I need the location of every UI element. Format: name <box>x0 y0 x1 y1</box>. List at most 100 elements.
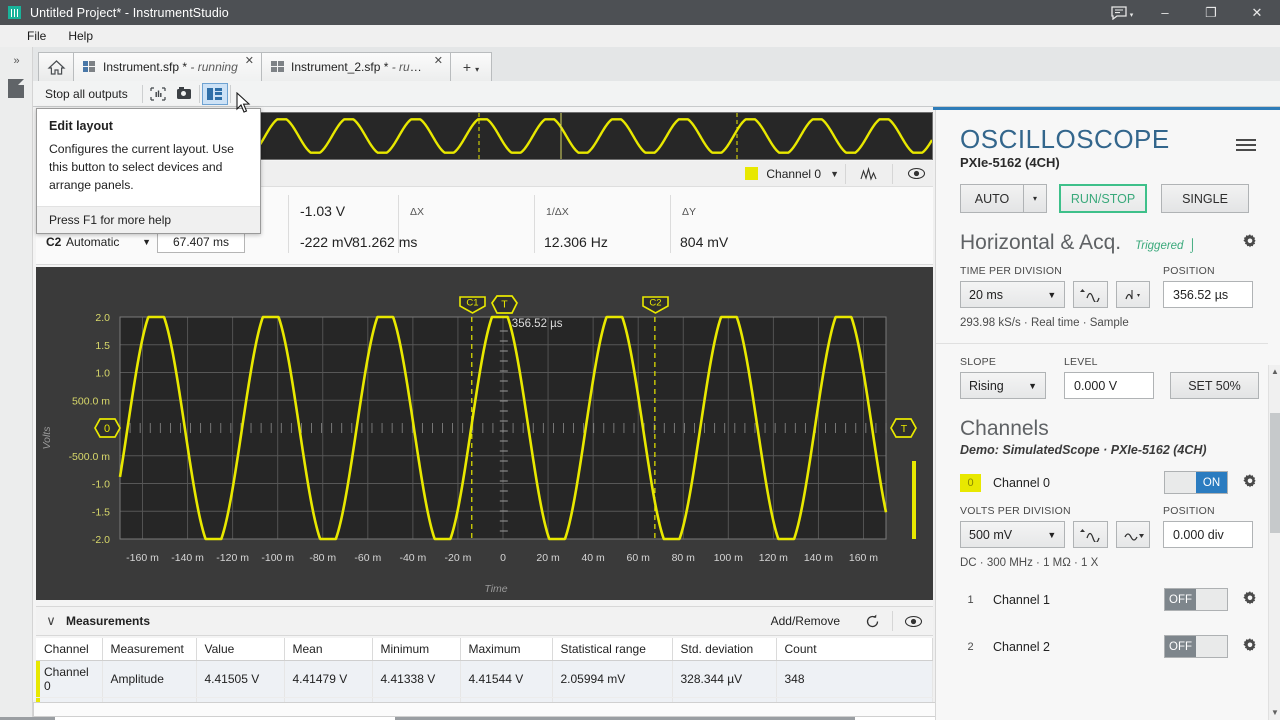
visibility-icon[interactable] <box>899 161 933 187</box>
feedback-icon[interactable]: ▾ <box>1102 0 1142 25</box>
title-bar: Untitled Project* - InstrumentStudio ▾ –… <box>0 0 1280 25</box>
close-button[interactable]: ✕ <box>1234 0 1280 25</box>
scroll-down-arrow[interactable]: ▼ <box>1269 706 1280 720</box>
autoscale-icon[interactable] <box>1073 521 1108 548</box>
time-per-division-value: 20 ms <box>969 287 1004 302</box>
svg-text:-2.0: -2.0 <box>92 534 110 546</box>
trigger-level-marker[interactable]: T <box>890 418 917 438</box>
channel-row-2: 2 Channel 2 OFF <box>960 635 1258 658</box>
visibility-icon[interactable] <box>893 606 933 636</box>
instrument-settings-panel: OSCILLOSCOPE PXIe-5162 (4CH) AUTO ▾ RUN/… <box>912 110 1280 720</box>
document-icon[interactable] <box>8 79 24 98</box>
section-label: Horizontal & Acq. <box>960 231 1122 254</box>
column-header[interactable]: Measurement <box>102 638 197 661</box>
hamburger-icon[interactable] <box>1236 136 1256 154</box>
divider <box>534 195 535 253</box>
column-header[interactable]: Mean <box>284 638 373 661</box>
channel-2-gear-icon[interactable] <box>1242 637 1258 657</box>
column-header[interactable]: Std. deviation <box>672 638 777 661</box>
channel-position-group: POSITION 0.000 div <box>1163 505 1258 548</box>
device-model: PXIe-5162 (4CH) <box>960 155 1060 170</box>
channel-zero-marker[interactable]: 0 <box>94 418 121 438</box>
channel-0-gear-icon[interactable] <box>1242 473 1258 493</box>
auto-button[interactable]: AUTO <box>960 184 1024 213</box>
trigger-time-label: 356.52 µs <box>511 318 563 330</box>
horizontal-position-field[interactable]: 356.52 µs <box>1163 281 1253 308</box>
column-header[interactable]: Count <box>776 638 933 661</box>
edit-layout-icon[interactable] <box>201 82 228 105</box>
svg-text:-20 m: -20 m <box>445 552 472 564</box>
column-header[interactable]: Channel <box>36 638 103 661</box>
cursor-channel-group: Channel 0 ▼ <box>745 161 933 187</box>
tab-instrument-2-sfp[interactable]: Instrument_2.sfp * - running ✕ <box>260 52 451 81</box>
menu-item-help[interactable]: Help <box>57 27 104 45</box>
chevron-down-icon[interactable]: ▾ <box>475 65 479 74</box>
oscilloscope-graph[interactable]: -160 m -140 m -120 m -100 m -80 m -60 m -40 m -… <box>36 267 933 600</box>
instrument-icon <box>83 61 96 73</box>
cursor-channel-label[interactable]: Channel 0 <box>766 167 825 181</box>
measure-icon[interactable] <box>145 83 171 105</box>
channel-0-toggle[interactable]: ON <box>1164 471 1228 494</box>
channel-position-field[interactable]: 0.000 div <box>1163 521 1253 548</box>
channel-0-badge: 0 <box>960 473 981 492</box>
svg-text:20 m: 20 m <box>536 552 560 564</box>
channel-2-toggle[interactable]: OFF <box>1164 635 1228 658</box>
column-header[interactable]: Maximum <box>460 638 553 661</box>
chevron-down-icon[interactable]: ▼ <box>830 169 839 179</box>
instrument-icon <box>270 61 284 73</box>
gear-icon[interactable] <box>1242 233 1258 253</box>
tab-name: Instrument.sfp * <box>103 60 188 74</box>
trigger-level-field[interactable]: 0.000 V <box>1064 372 1154 399</box>
table-cell: 328.344 µV <box>672 660 777 698</box>
table-header-row: Channel Measurement Value Mean Minimum Maximu… <box>36 638 933 661</box>
svg-text:-140 m: -140 m <box>171 552 204 564</box>
svg-text:120 m: 120 m <box>759 552 788 564</box>
collapse-measurements-icon[interactable]: ∨ <box>36 613 66 629</box>
camera-icon[interactable] <box>171 83 197 105</box>
menu-item-file[interactable]: File <box>16 27 57 45</box>
add-remove-button[interactable]: Add/Remove <box>759 614 852 628</box>
new-tab-button[interactable]: + ▾ <box>449 52 492 81</box>
trigger-marker[interactable]: T <box>490 295 518 315</box>
column-header[interactable]: Value <box>196 638 285 661</box>
tab-instrument-sfp[interactable]: Instrument.sfp * - running ✕ <box>73 52 262 81</box>
cursor-marker-c1[interactable]: C1 <box>458 296 486 314</box>
acquisition-buttons: AUTO ▾ RUN/STOP SINGLE <box>960 184 1258 213</box>
svg-text:1.0: 1.0 <box>95 368 110 380</box>
waveform-mode-icon[interactable] <box>1115 281 1150 308</box>
auto-dropdown-button[interactable]: ▾ <box>1024 184 1047 213</box>
tooltip-body: Configures the current layout. Use this … <box>49 142 234 192</box>
scroll-up-arrow[interactable]: ▲ <box>1269 365 1280 379</box>
panel-vertical-scrollbar[interactable]: ▲ ▼ <box>1268 365 1280 720</box>
cursor-marker-c2[interactable]: C2 <box>642 296 669 314</box>
expand-rail-icon[interactable]: » <box>0 55 32 67</box>
table-cell: 348 <box>776 660 933 698</box>
svg-text:40 m: 40 m <box>581 552 605 564</box>
tab-close-icon[interactable]: ✕ <box>434 54 443 67</box>
table-cell: 4.41338 V <box>372 660 461 698</box>
reset-icon[interactable] <box>852 606 892 636</box>
tab-close-icon[interactable]: ✕ <box>245 54 254 67</box>
coupling-icon[interactable] <box>1115 521 1150 548</box>
table-row[interactable]: Channel 0 Amplitude 4.41505 V 4.41479 V 4.41… <box>36 660 933 698</box>
channel-0-name: Channel 0 <box>993 475 1050 490</box>
channel-1-toggle[interactable]: OFF <box>1164 588 1228 611</box>
restore-button[interactable]: ❐ <box>1188 0 1234 25</box>
waveform-icon[interactable] <box>852 161 886 187</box>
time-per-division-select[interactable]: 20 ms ▼ <box>960 281 1066 308</box>
channel-1-gear-icon[interactable] <box>1242 590 1258 610</box>
stop-all-outputs-button[interactable]: Stop all outputs <box>33 81 140 107</box>
delta-x-label: ΔX <box>410 206 425 218</box>
single-button[interactable]: SINGLE <box>1161 184 1249 213</box>
column-header[interactable]: Statistical range <box>552 638 673 661</box>
tab-status: - running <box>190 60 238 74</box>
scrollbar-thumb[interactable] <box>1270 413 1280 533</box>
volts-per-division-select[interactable]: 500 mV ▼ <box>960 521 1066 548</box>
home-tab[interactable] <box>38 52 74 81</box>
set-50-percent-button[interactable]: SET 50% <box>1170 372 1259 399</box>
column-header[interactable]: Minimum <box>372 638 461 661</box>
slope-select[interactable]: Rising ▼ <box>960 372 1046 399</box>
run-stop-button[interactable]: RUN/STOP <box>1059 184 1147 213</box>
autoscale-icon[interactable] <box>1073 281 1108 308</box>
minimize-button[interactable]: – <box>1142 0 1188 25</box>
